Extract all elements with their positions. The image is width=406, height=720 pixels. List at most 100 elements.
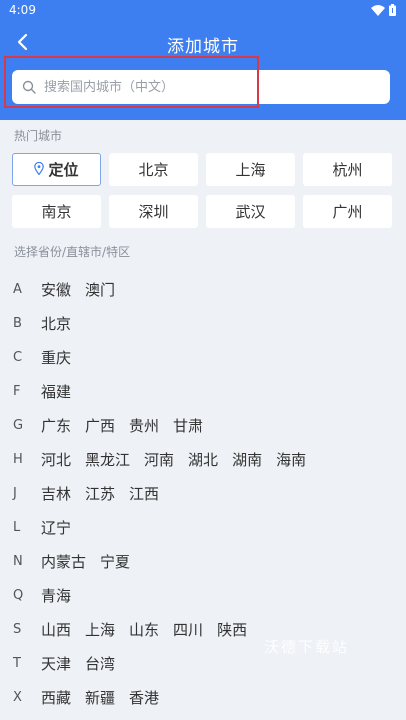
province-item[interactable]: 台湾 [85, 653, 115, 674]
province-group-row: H 河北 黑龙江 河南 湖北 湖南 海南 [0, 442, 406, 476]
province-item[interactable]: 福建 [41, 381, 71, 402]
search-box[interactable] [12, 70, 390, 104]
province-item[interactable]: 广西 [85, 415, 115, 436]
province-item[interactable]: 安徽 [41, 279, 71, 300]
provinces-label: 选择省份/直辖市/特区 [14, 245, 131, 259]
province-items: 安徽 澳门 [41, 279, 115, 300]
province-item[interactable]: 江苏 [85, 483, 115, 504]
status-icons [371, 4, 396, 16]
index-letter: J [13, 485, 17, 501]
province-items: 西藏 新疆 香港 [41, 687, 159, 708]
province-items: 河北 黑龙江 河南 湖北 湖南 海南 [41, 449, 306, 470]
page-title: 添加城市 [167, 37, 239, 57]
province-group-row: C 重庆 [0, 340, 406, 374]
search-icon [22, 80, 36, 94]
province-items: 辽宁 [41, 517, 71, 538]
province-item[interactable]: 海南 [276, 449, 306, 470]
province-item[interactable]: 青海 [41, 585, 71, 606]
province-group-row: L 辽宁 [0, 510, 406, 544]
province-items: 福建 [41, 381, 71, 402]
index-letter: S [13, 621, 22, 637]
index-letter: Q [13, 587, 24, 603]
province-item[interactable]: 澳门 [85, 279, 115, 300]
header: 添加城市 [0, 24, 406, 64]
province-item[interactable]: 广东 [41, 415, 71, 436]
battery-icon [389, 4, 396, 16]
hot-city-label: 杭州 [332, 161, 363, 179]
province-items: 广东 广西 贵州 甘肃 [41, 415, 203, 436]
hot-city-label: 上海 [235, 161, 266, 179]
province-items: 青海 [41, 585, 71, 606]
province-items: 北京 [41, 313, 71, 334]
hot-city-button[interactable]: 上海 [206, 153, 295, 186]
province-item[interactable]: 内蒙古 [41, 551, 86, 572]
province-item[interactable]: 黑龙江 [85, 449, 130, 470]
province-items: 山西 上海 山东 四川 陕西 [41, 619, 247, 640]
province-group-row: F 福建 [0, 374, 406, 408]
index-letter: H [13, 451, 23, 467]
province-items: 重庆 [41, 347, 71, 368]
province-item[interactable]: 西藏 [41, 687, 71, 708]
index-letter: L [13, 519, 21, 535]
locate-button[interactable]: 定位 [12, 153, 101, 186]
province-item[interactable]: 四川 [173, 619, 203, 640]
hot-city-button[interactable]: 深圳 [109, 195, 198, 228]
province-item[interactable]: 湖南 [232, 449, 262, 470]
hot-city-button[interactable]: 广州 [303, 195, 392, 228]
province-item[interactable]: 重庆 [41, 347, 71, 368]
province-item[interactable]: 贵州 [129, 415, 159, 436]
hot-city-label: 南京 [41, 203, 72, 221]
hot-city-button[interactable]: 武汉 [206, 195, 295, 228]
index-letter: A [13, 281, 22, 297]
province-item[interactable]: 河北 [41, 449, 71, 470]
province-item[interactable]: 甘肃 [173, 415, 203, 436]
hot-city-button[interactable]: 北京 [109, 153, 198, 186]
province-item[interactable]: 山东 [129, 619, 159, 640]
search-bar [0, 64, 406, 120]
province-group-row: J 吉林 江苏 江西 [0, 476, 406, 510]
province-group-row: N 内蒙古 宁夏 [0, 544, 406, 578]
province-item[interactable]: 天津 [41, 653, 71, 674]
province-item[interactable]: 北京 [41, 313, 71, 334]
index-letter: T [13, 655, 21, 671]
province-items: 吉林 江苏 江西 [41, 483, 159, 504]
hot-city-button[interactable]: 南京 [12, 195, 101, 228]
status-bar: 4:09 [0, 0, 406, 24]
location-pin-icon [34, 161, 48, 179]
province-item[interactable]: 陕西 [217, 619, 247, 640]
province-item[interactable]: 江西 [129, 483, 159, 504]
top-bar: 4:09 添加城市 [0, 0, 406, 64]
province-group-row: B 北京 [0, 306, 406, 340]
locate-label: 定位 [48, 161, 79, 179]
province-item[interactable]: 吉林 [41, 483, 71, 504]
hot-cities-label: 热门城市 [14, 129, 63, 143]
wifi-icon [371, 4, 385, 16]
province-item[interactable]: 湖北 [188, 449, 218, 470]
province-item[interactable]: 香港 [129, 687, 159, 708]
index-letter: N [13, 553, 23, 569]
hot-city-label: 深圳 [138, 203, 169, 221]
hot-city-button[interactable]: 杭州 [303, 153, 392, 186]
index-letter: F [13, 383, 21, 399]
index-letter: X [13, 689, 22, 705]
province-group-row: Q 青海 [0, 578, 406, 612]
status-time: 4:09 [9, 3, 36, 17]
index-letter: C [13, 349, 23, 365]
watermark: 沃德下载站 [264, 638, 350, 656]
hot-city-label: 武汉 [235, 203, 266, 221]
province-item[interactable]: 辽宁 [41, 517, 71, 538]
index-letter: G [13, 417, 24, 433]
province-items: 天津 台湾 [41, 653, 115, 674]
province-items: 内蒙古 宁夏 [41, 551, 130, 572]
province-item[interactable]: 河南 [144, 449, 174, 470]
hot-cities-grid: 定位 北京 上海 杭州 南京 深圳 武汉 广州 [12, 153, 394, 228]
index-letter: B [13, 315, 22, 331]
province-item[interactable]: 山西 [41, 619, 71, 640]
province-item[interactable]: 上海 [85, 619, 115, 640]
search-input[interactable] [42, 78, 366, 96]
province-item[interactable]: 宁夏 [100, 551, 130, 572]
province-group-row: G 广东 广西 贵州 甘肃 [0, 408, 406, 442]
province-group-row: A 安徽 澳门 [0, 272, 406, 306]
hot-city-label: 北京 [138, 161, 169, 179]
province-item[interactable]: 新疆 [85, 687, 115, 708]
